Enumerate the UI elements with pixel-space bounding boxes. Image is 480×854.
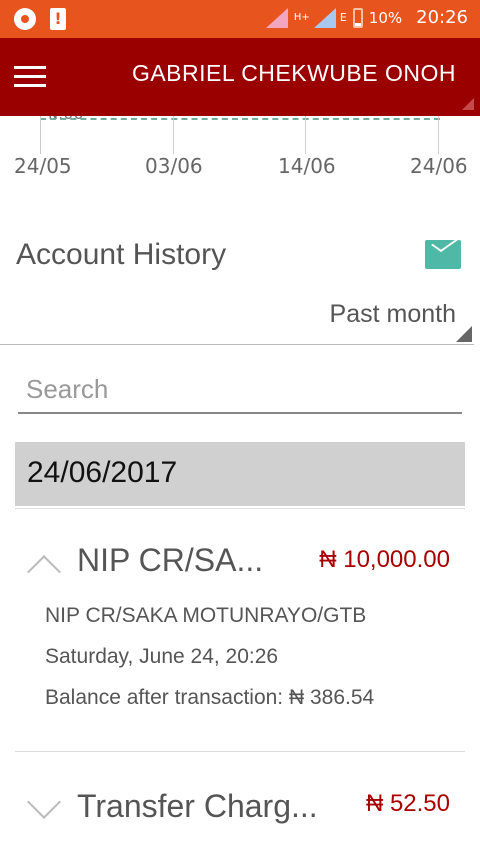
dropdown-caret-icon [456, 326, 472, 342]
warning-icon: ! [50, 8, 66, 30]
chevron-down-icon[interactable] [27, 785, 61, 819]
menu-icon[interactable] [14, 66, 46, 88]
date-group-label: 24/06/2017 [27, 456, 178, 489]
section-title: Account History [16, 238, 227, 271]
period-dropdown[interactable]: Past month [0, 296, 474, 345]
app-bar: GABRIEL CHEKWUBE ONOH [0, 38, 480, 116]
search-input[interactable] [18, 370, 478, 408]
transaction-title[interactable]: NIP CR/SA... [77, 542, 263, 579]
signal-icon-2 [313, 7, 336, 28]
chart-gridline [305, 116, 306, 154]
chart-x-tick: 24/06 [410, 154, 468, 178]
search-field[interactable] [18, 370, 478, 414]
overflow-corner-icon [462, 98, 474, 110]
transaction-amount: ₦ 52.50 [365, 790, 450, 817]
transaction-datetime: Saturday, June 24, 20:26 [45, 645, 279, 668]
chart-x-tick: 03/06 [145, 154, 203, 178]
battery-icon [352, 7, 363, 28]
email-icon[interactable] [425, 240, 461, 269]
app-title: GABRIEL CHEKWUBE ONOH [131, 60, 456, 86]
transaction-title[interactable]: Transfer Charg... [77, 788, 318, 825]
battery-level: 10% [368, 8, 403, 27]
chart-series-line [40, 118, 440, 120]
signal-icon [265, 7, 288, 28]
chart-gridline [438, 116, 439, 154]
transaction-amount: ₦ 10,000.00 [319, 546, 450, 573]
transaction-balance: Balance after transaction: ₦ 386.54 [45, 686, 375, 709]
chart-x-tick: 24/05 [14, 154, 72, 178]
balance-chart: ₦.00 24/05 03/06 14/06 24/06 [0, 104, 480, 186]
chart-gridline [173, 116, 174, 154]
divider [15, 751, 465, 752]
period-label: Past month [329, 300, 456, 328]
chevron-up-icon[interactable] [27, 555, 61, 589]
transaction-description: NIP CR/SAKA MOTUNRAYO/GTB [45, 604, 367, 627]
clock: 20:26 [416, 7, 468, 28]
date-group-header: 24/06/2017 [15, 442, 465, 506]
chart-gridline [40, 116, 41, 154]
chart-x-tick: 14/06 [278, 154, 336, 178]
network-type: H+ [293, 11, 310, 23]
network-type-2: E [339, 11, 347, 24]
divider [15, 508, 465, 509]
status-bar: ! H+ E 10% 20:26 [0, 0, 480, 38]
screen-record-icon [14, 8, 36, 30]
